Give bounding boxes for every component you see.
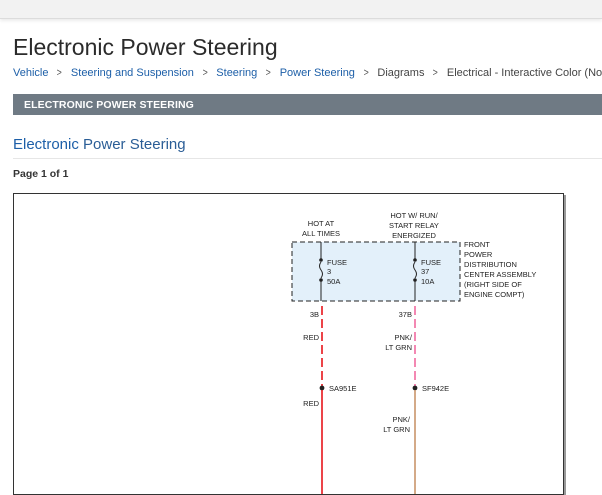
wire-left-color-1: RED <box>303 333 319 342</box>
splice-left-dot[interactable] <box>319 385 325 391</box>
fuse-left-label: FUSE <box>327 258 347 267</box>
wire-right-color-1b: LT GRN <box>385 343 412 352</box>
hot-run-label-3: ENERGIZED <box>392 231 436 240</box>
splice-right-label: SF942E <box>422 384 449 393</box>
pdc-label-2: POWER <box>464 250 493 259</box>
pdc-label-5: (RIGHT SIDE OF <box>464 280 522 289</box>
splice-right-dot[interactable] <box>412 385 418 391</box>
section-header-title: ELECTRONIC POWER STEERING <box>24 99 194 111</box>
fuse-right-number: 37 <box>421 267 429 276</box>
hot-run-label-1: HOT W/ RUN/ <box>390 211 438 220</box>
page-title: Electronic Power Steering <box>13 34 278 60</box>
fuse-left-number: 3 <box>327 267 331 276</box>
fuse-right-label: FUSE <box>421 258 441 267</box>
chevron-right-icon: > <box>433 67 439 79</box>
wire-right-color-1a: PNK/ <box>394 333 412 342</box>
fuse-left-terminal-top <box>319 258 323 262</box>
breadcrumb-diagrams[interactable]: Diagrams <box>377 67 424 79</box>
breadcrumb: Vehicle > Steering and Suspension > Steering… <box>13 67 602 79</box>
wire-right-color-2b: LT GRN <box>383 425 410 434</box>
document-heading-rest: Power Steering <box>78 136 186 153</box>
hot-run-label-2: START RELAY <box>389 221 439 230</box>
pdc-label-1: FRONT <box>464 240 490 249</box>
fuse-right-rating: 10A <box>421 277 434 286</box>
pin-right-label: 37B <box>399 310 412 319</box>
divider <box>13 158 602 159</box>
hot-at-all-times-label-1: HOT AT <box>308 219 335 228</box>
document-heading: Electronic Power Steering <box>13 136 186 153</box>
wire-left-color-2: RED <box>303 399 319 408</box>
wire-right-color-2a: PNK/ <box>392 415 410 424</box>
breadcrumb-steering[interactable]: Steering <box>216 67 257 79</box>
breadcrumb-electrical-interactive-color: Electrical - Interactive Color (Non <box>446 67 602 79</box>
wiring-diagram[interactable]: HOT AT ALL TIMES HOT W/ RUN/ START RELAY… <box>13 193 564 495</box>
hot-at-all-times-label-2: ALL TIMES <box>302 229 340 238</box>
breadcrumb-power-steering[interactable]: Power Steering <box>280 67 355 79</box>
chevron-right-icon: > <box>363 67 369 79</box>
splice-left-label: SA951E <box>329 384 357 393</box>
breadcrumb-vehicle[interactable]: Vehicle <box>13 67 48 79</box>
wiring-diagram-svg: HOT AT ALL TIMES HOT W/ RUN/ START RELAY… <box>291 211 536 494</box>
top-toolbar <box>0 0 602 19</box>
document-heading-first: Electronic <box>13 136 79 153</box>
pdc-label-3: DISTRIBUTION <box>464 260 517 269</box>
chevron-right-icon: > <box>265 67 272 79</box>
pin-left-label: 3B <box>310 310 319 319</box>
pdc-label-6: ENGINE COMPT) <box>464 290 525 299</box>
pdc-label-4: CENTER ASSEMBLY <box>464 270 536 279</box>
power-distribution-box[interactable] <box>291 241 461 302</box>
section-header-bar: ELECTRONIC POWER STEERING <box>13 94 602 115</box>
fuse-left-rating: 50A <box>327 277 340 286</box>
fuse-right-terminal-top <box>413 258 417 262</box>
chevron-right-icon: > <box>57 67 63 79</box>
chevron-right-icon: > <box>202 67 208 79</box>
page-indicator: Page 1 of 1 <box>13 168 69 180</box>
breadcrumb-steering-and-suspension[interactable]: Steering and Suspension <box>71 67 194 79</box>
